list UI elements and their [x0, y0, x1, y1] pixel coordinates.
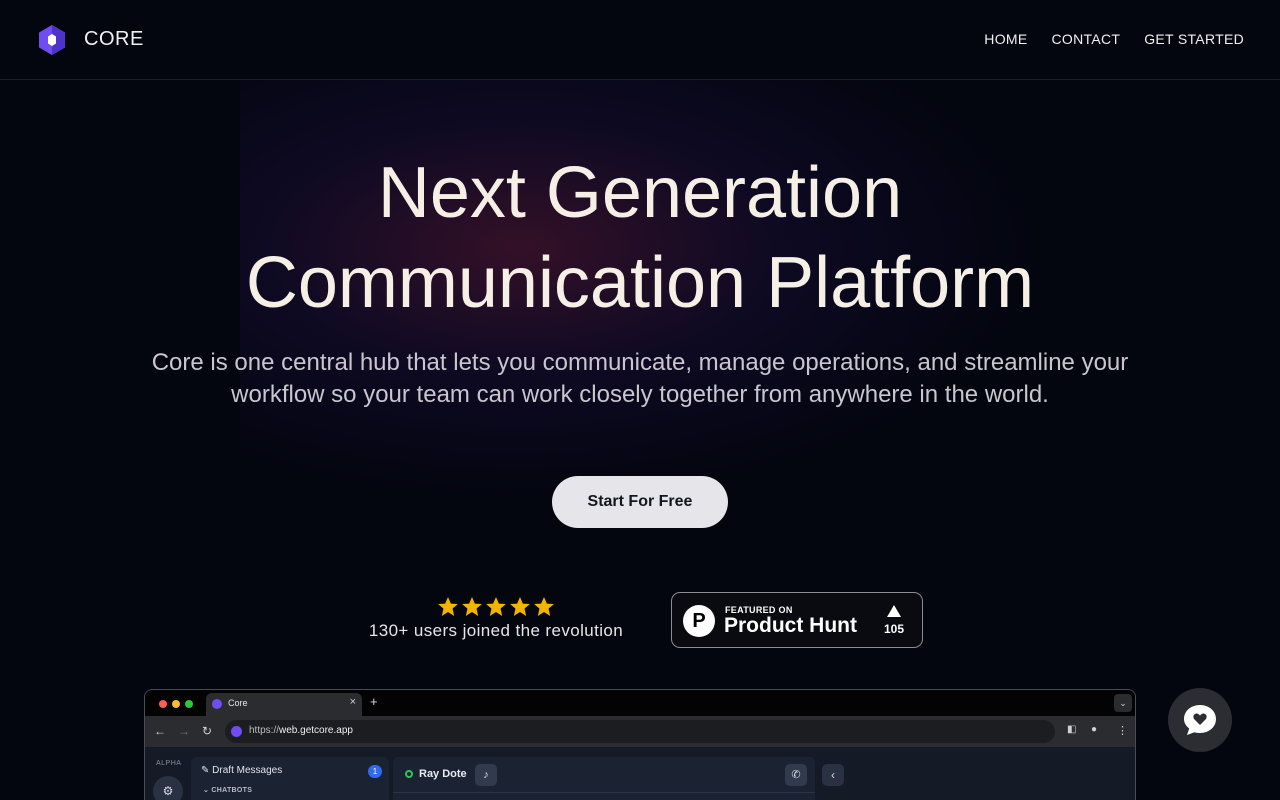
url-text: https://web.getcore.app — [249, 725, 353, 736]
nav-home[interactable]: HOME — [984, 31, 1027, 47]
nav-contact[interactable]: CONTACT — [1052, 31, 1121, 47]
online-status-icon — [405, 770, 413, 778]
core-favicon-icon — [212, 699, 222, 709]
sidebar-toggle-icon[interactable]: ◧ — [1067, 724, 1076, 735]
draft-count-badge: 1 — [368, 765, 382, 778]
site-info-icon — [231, 726, 242, 737]
app-preview-browser: Core × + ⌄ ← → ↻ https://web.getcore.app… — [144, 689, 1136, 800]
users-joined-text: 130+ users joined the revolution — [368, 621, 624, 640]
browser-toolbar: ← → ↻ https://web.getcore.app ◧ ● ⋮ — [145, 716, 1135, 747]
url-host: web.getcore.app — [279, 725, 353, 736]
hexagon-logo-icon[interactable] — [37, 24, 67, 56]
hero-title: Next Generation Communication Platform — [0, 148, 1280, 328]
sliders-icon[interactable]: ⚙ — [153, 776, 183, 800]
product-hunt-name: Product Hunt — [724, 614, 857, 637]
start-for-free-button[interactable]: Start For Free — [552, 476, 728, 528]
phone-icon[interactable]: ✆ — [785, 764, 807, 786]
draft-messages-label: Draft Messages — [212, 765, 283, 776]
upvote-triangle-icon — [887, 605, 901, 617]
url-scheme: https:// — [249, 725, 280, 736]
chevron-down-icon[interactable]: ⌄ — [1114, 694, 1132, 712]
star-icon — [534, 597, 554, 616]
forward-arrow-icon[interactable]: → — [178, 724, 190, 738]
chatbots-label: CHATBOTS — [211, 787, 253, 794]
browser-tab[interactable]: Core × — [206, 693, 362, 716]
chat-panel: Ray Dote ♪ ✆ — [393, 757, 815, 800]
profile-icon[interactable]: ● — [1091, 724, 1097, 735]
star-icon — [510, 597, 530, 616]
main-nav: HOME CONTACT GET STARTED — [984, 31, 1244, 47]
app-sidebar: ✎ Draft Messages 1 ⌄ CHATBOTS — [191, 757, 389, 800]
rail-label: ALPHA — [156, 760, 182, 767]
reload-icon[interactable]: ↻ — [202, 724, 212, 738]
product-hunt-logo-icon: P — [683, 605, 715, 637]
window-close-dot[interactable] — [159, 700, 167, 708]
hero-title-line-1: Next Generation — [377, 153, 903, 233]
browser-tab-bar: Core × + ⌄ — [145, 690, 1135, 716]
product-hunt-letter: P — [692, 610, 706, 632]
chat-widget-button[interactable] — [1168, 688, 1232, 752]
site-header: CORE HOME CONTACT GET STARTED — [0, 0, 1280, 80]
draft-messages-item[interactable]: ✎ Draft Messages — [201, 765, 282, 776]
upvote-count: 105 — [883, 622, 905, 636]
product-hunt-badge[interactable]: P FEATURED ON Product Hunt 105 — [671, 592, 923, 648]
back-arrow-icon[interactable]: ← — [154, 724, 166, 738]
heart-chat-icon — [1184, 705, 1216, 735]
tab-close-icon[interactable]: × — [350, 696, 356, 708]
chatbots-section[interactable]: ⌄ CHATBOTS — [203, 786, 252, 794]
chevron-left-icon[interactable]: ‹ — [822, 764, 844, 786]
hero-title-line-2: Communication Platform — [245, 243, 1035, 323]
new-tab-icon[interactable]: + — [370, 694, 378, 709]
contact-name[interactable]: Ray Dote — [419, 768, 467, 780]
hero-subtitle-line-1: Core is one central hub that lets you co… — [151, 349, 1129, 376]
star-icon — [486, 597, 506, 616]
star-icon — [438, 597, 458, 616]
music-note-icon[interactable]: ♪ — [475, 764, 497, 786]
chat-header-divider — [393, 792, 815, 793]
browser-menu-icon[interactable]: ⋮ — [1117, 724, 1128, 737]
hero-subtitle: Core is one central hub that lets you co… — [120, 347, 1160, 411]
nav-get-started[interactable]: GET STARTED — [1144, 31, 1244, 47]
window-zoom-dot[interactable] — [185, 700, 193, 708]
tab-title: Core — [228, 698, 248, 708]
brand-name[interactable]: CORE — [84, 28, 144, 51]
address-bar[interactable]: https://web.getcore.app — [225, 720, 1055, 743]
hero-subtitle-line-2: workflow so your team can work closely t… — [231, 381, 1049, 408]
rating-stars — [438, 597, 554, 616]
star-icon — [462, 597, 482, 616]
app-window: ALPHA ⚙ ✎ Draft Messages 1 ⌄ CHATBOTS Ra… — [145, 747, 1135, 800]
window-minimize-dot[interactable] — [172, 700, 180, 708]
